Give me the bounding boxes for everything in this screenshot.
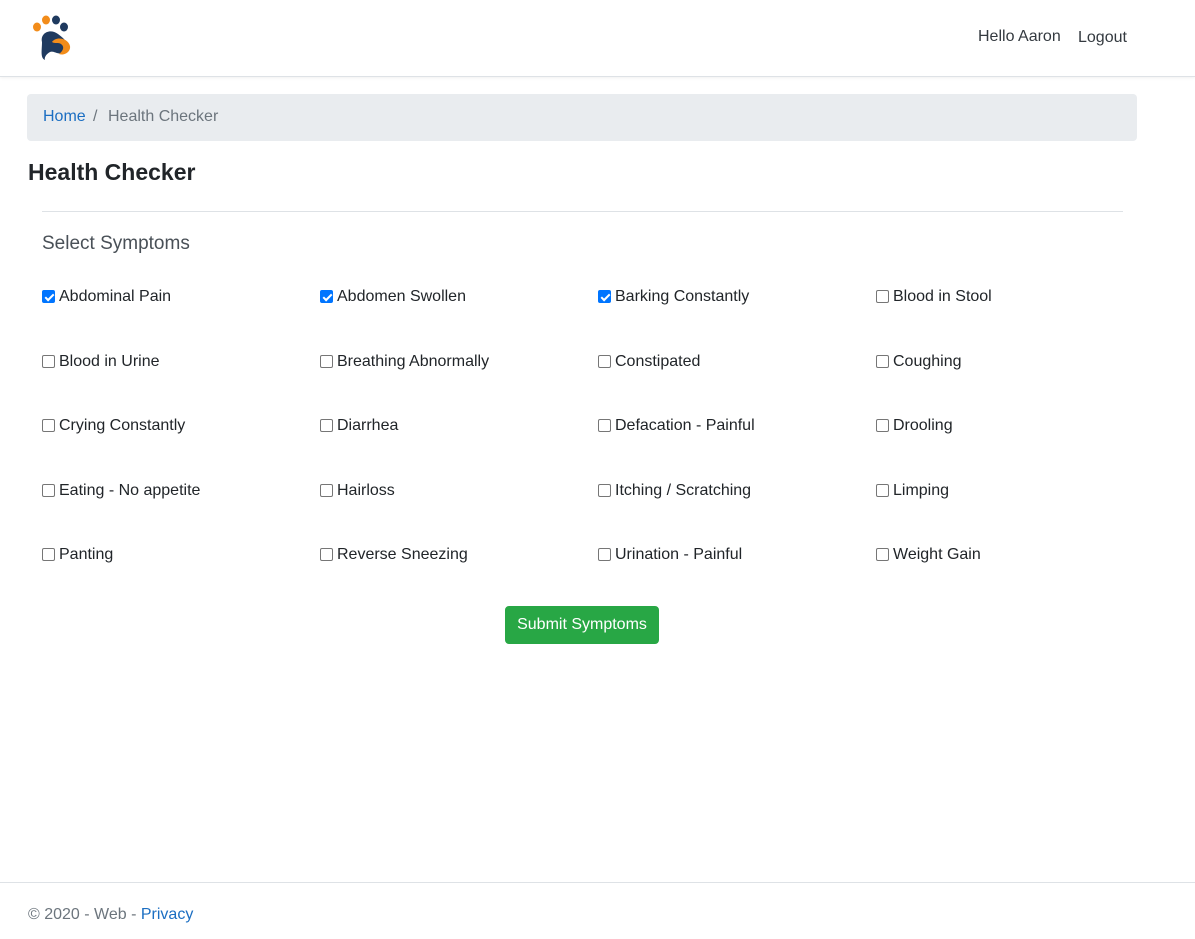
breadcrumb: Home / Health Checker — [27, 94, 1137, 141]
symptom-label: Drooling — [893, 417, 953, 434]
symptom-label: Itching / Scratching — [615, 481, 752, 499]
symptom-checkbox[interactable] — [42, 483, 55, 497]
symptom-checkbox[interactable] — [320, 483, 333, 497]
logout-button[interactable]: Logout — [1078, 29, 1127, 47]
symptom-label: Barking Constantly — [615, 288, 750, 305]
navbar: Hello Aaron Logout — [0, 0, 1195, 77]
symptom-crying-constantly[interactable]: Crying Constantly — [42, 417, 320, 437]
user-greeting[interactable]: Hello Aaron — [978, 28, 1061, 46]
symptom-urination-painful[interactable]: Urination - Painful — [598, 546, 876, 566]
symptom-label: Blood in Stool — [893, 288, 992, 305]
symptom-drooling[interactable]: Drooling — [876, 417, 1154, 437]
breadcrumb-home-link[interactable]: Home — [43, 108, 86, 126]
symptom-checkbox[interactable] — [42, 354, 55, 368]
symptom-abdomen-swollen[interactable]: Abdomen Swollen — [320, 288, 598, 308]
symptom-weight-gain[interactable]: Weight Gain — [876, 546, 1154, 566]
symptom-checkbox[interactable] — [320, 419, 333, 432]
symptom-checkbox[interactable] — [876, 419, 889, 432]
symptom-label: Defacation - Painful — [615, 417, 755, 434]
symptom-diarrhea[interactable]: Diarrhea — [320, 417, 598, 437]
symptom-checkbox[interactable] — [42, 419, 55, 432]
symptom-checkbox[interactable] — [320, 354, 333, 368]
symptom-abdominal-pain[interactable]: Abdominal Pain — [42, 288, 320, 308]
symptom-barking-constantly[interactable]: Barking Constantly — [598, 288, 876, 308]
symptom-checkbox[interactable] — [598, 483, 611, 497]
symptom-label: Blood in Urine — [59, 352, 160, 370]
footer-text: © 2020 - Web - Privacy — [28, 906, 193, 924]
symptom-limping[interactable]: Limping — [876, 482, 1154, 502]
symptom-panting[interactable]: Panting — [42, 546, 320, 566]
symptom-blood-in-urine[interactable]: Blood in Urine — [42, 353, 320, 373]
symptom-label: Eating - No appetite — [59, 481, 201, 499]
symptom-eating-no-appetite[interactable]: Eating - No appetite — [42, 482, 320, 502]
footer-copyright: © 2020 - Web - — [28, 906, 141, 923]
symptom-blood-in-stool[interactable]: Blood in Stool — [876, 288, 1154, 308]
symptom-checkbox[interactable] — [598, 419, 611, 432]
symptom-itching-scratching[interactable]: Itching / Scratching — [598, 482, 876, 502]
symptom-checkbox[interactable] — [42, 290, 55, 303]
symptom-label: Panting — [59, 546, 114, 563]
symptom-checkbox[interactable] — [598, 354, 611, 368]
symptom-label: Abdominal Pain — [59, 288, 172, 305]
symptom-checkbox[interactable] — [598, 548, 611, 561]
breadcrumb-current: Health Checker — [108, 108, 219, 125]
symptom-checkbox[interactable] — [876, 483, 889, 497]
section-title: Select Symptoms — [42, 233, 190, 254]
symptom-reverse-sneezing[interactable]: Reverse Sneezing — [320, 546, 598, 566]
page-title: Health Checker — [28, 159, 196, 185]
symptom-checkbox[interactable] — [42, 548, 55, 561]
symptom-label: Weight Gain — [893, 546, 981, 563]
privacy-link[interactable]: Privacy — [141, 906, 193, 923]
symptom-checkbox[interactable] — [876, 548, 889, 561]
symptom-breathing-abnormally[interactable]: Breathing Abnormally — [320, 353, 598, 373]
symptom-label: Coughing — [893, 352, 962, 370]
symptom-label: Constipated — [615, 352, 701, 370]
breadcrumb-separator: / — [93, 108, 98, 125]
symptom-grid: Abdominal Pain Abdomen Swollen Barking C… — [42, 288, 1154, 611]
submit-symptoms-button[interactable]: Submit Symptoms — [505, 606, 659, 644]
paw-logo-icon[interactable] — [28, 14, 76, 62]
section-divider — [42, 211, 1123, 212]
symptom-label: Crying Constantly — [59, 417, 186, 434]
symptom-coughing[interactable]: Coughing — [876, 353, 1154, 373]
symptom-checkbox[interactable] — [598, 290, 611, 303]
symptom-label: Reverse Sneezing — [337, 546, 468, 563]
symptom-label: Hairloss — [337, 481, 395, 499]
symptom-label: Diarrhea — [337, 417, 399, 434]
symptom-checkbox[interactable] — [876, 354, 889, 368]
symptom-checkbox[interactable] — [320, 548, 333, 561]
symptom-hairloss[interactable]: Hairloss — [320, 482, 598, 502]
symptom-checkbox[interactable] — [320, 290, 333, 303]
symptom-label: Abdomen Swollen — [337, 288, 466, 305]
symptom-constipated[interactable]: Constipated — [598, 353, 876, 373]
symptom-checkbox[interactable] — [876, 290, 889, 303]
symptom-defacation-painful[interactable]: Defacation - Painful — [598, 417, 876, 437]
symptom-label: Breathing Abnormally — [337, 352, 490, 370]
footer: © 2020 - Web - Privacy — [0, 882, 1195, 939]
symptom-label: Urination - Painful — [615, 546, 743, 563]
symptom-label: Limping — [893, 481, 950, 499]
